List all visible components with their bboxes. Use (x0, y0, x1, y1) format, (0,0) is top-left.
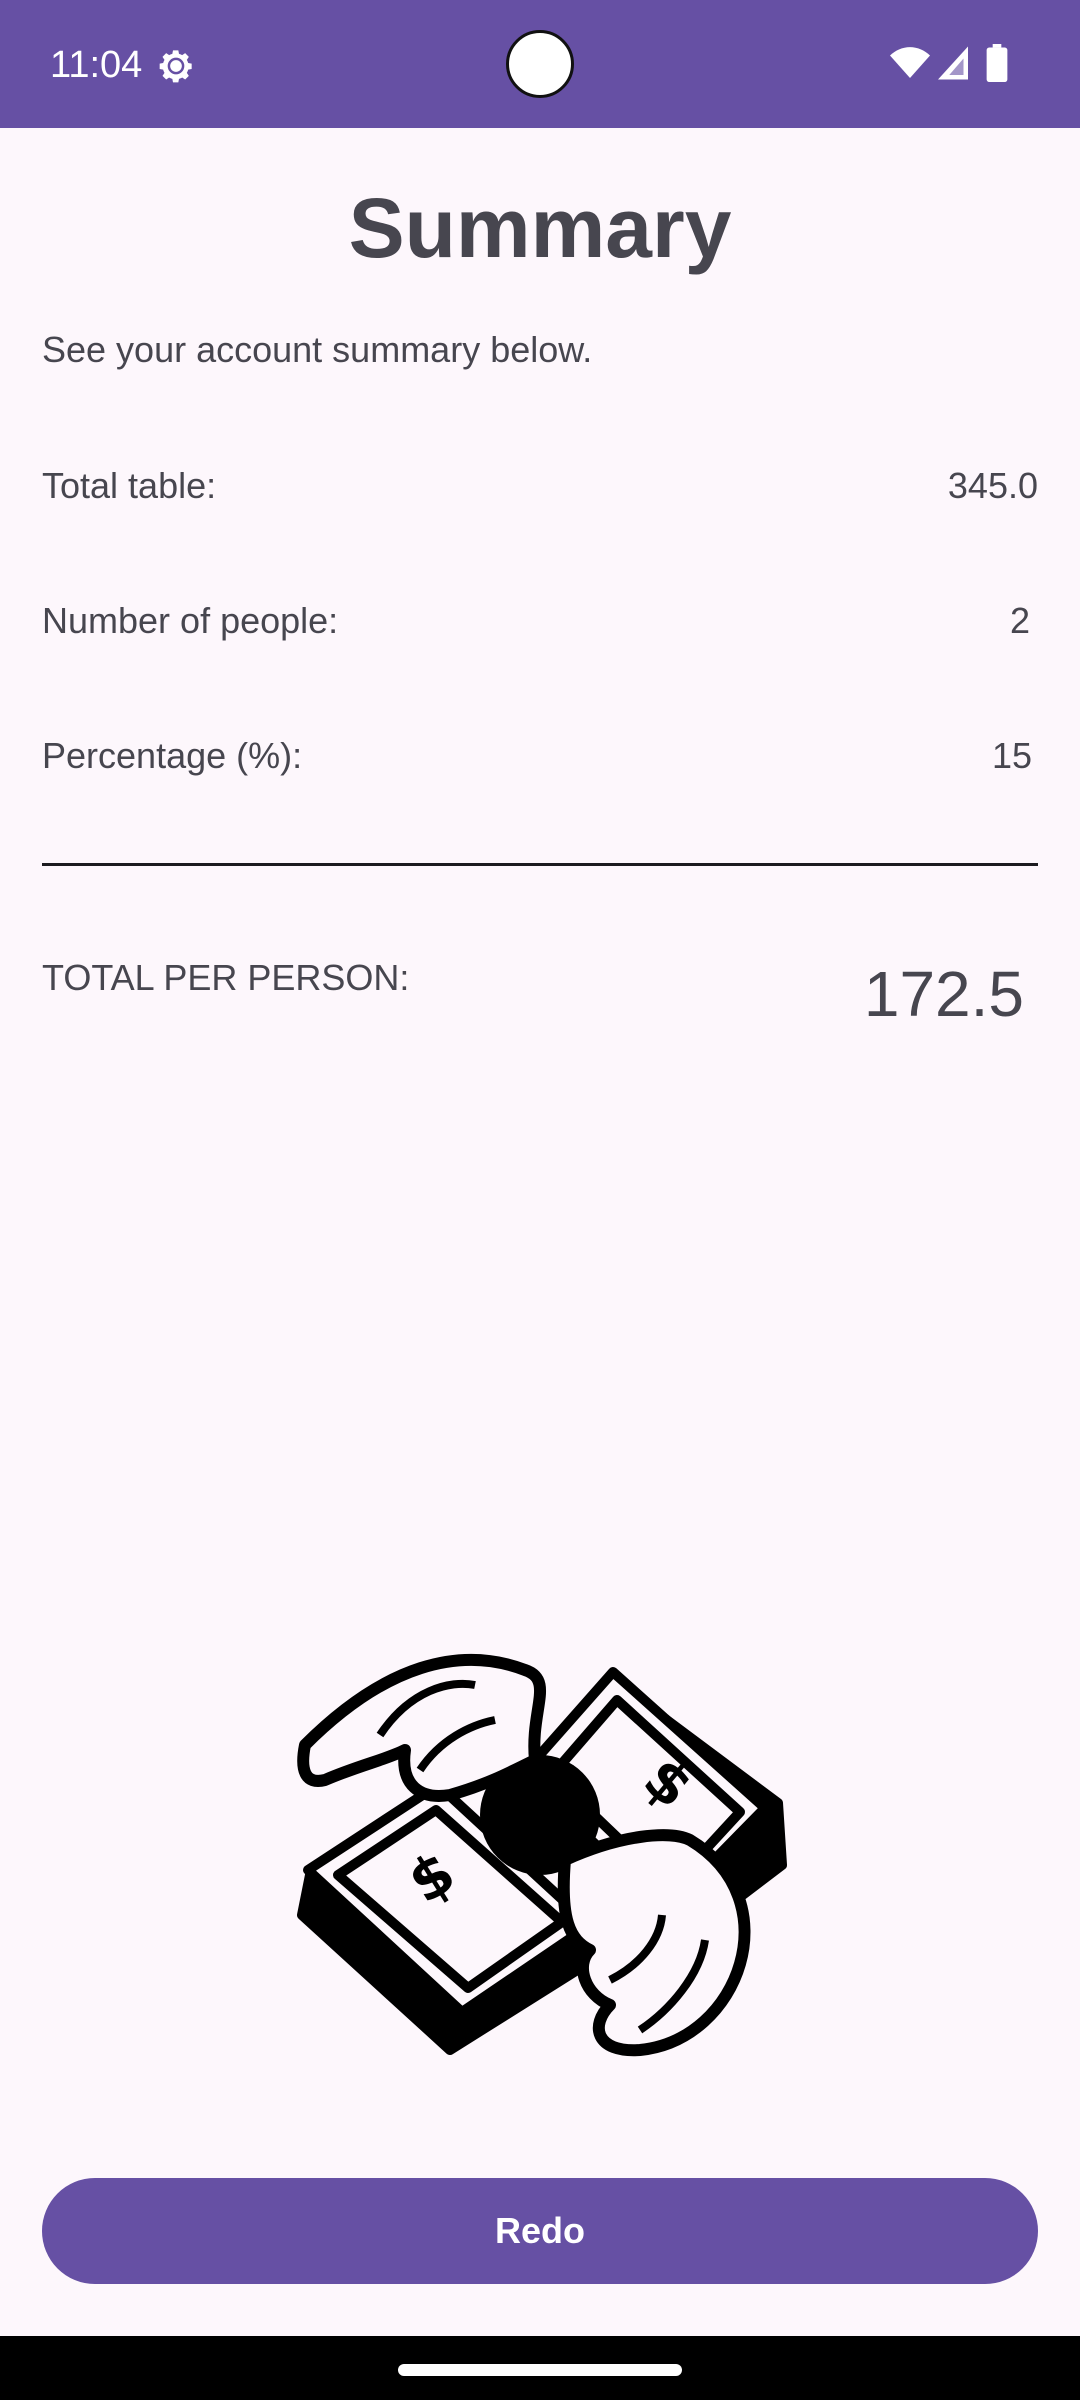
wifi-icon (890, 47, 930, 78)
status-bar: 11:04 (0, 0, 1080, 128)
total-per-person-label: TOTAL PER PERSON: (42, 957, 410, 998)
status-time: 11:04 (50, 44, 143, 86)
flying-money-icon: $ $ (297, 1654, 787, 2057)
percentage-value: 15 (991, 735, 1032, 776)
percentage-label: Percentage (%): (42, 735, 303, 776)
number-of-people-label: Number of people: (42, 600, 339, 641)
battery-icon (986, 44, 1008, 82)
camera-cutout (506, 30, 574, 98)
redo-button[interactable]: Redo (42, 2178, 1038, 2284)
home-gesture-handle[interactable] (398, 2364, 682, 2376)
summary-intro: See your account summary below. (42, 329, 593, 370)
number-of-people-value: 2 (1009, 600, 1030, 641)
total-table-label: Total table: (42, 465, 217, 506)
total-table-value: 345.0 (947, 465, 1038, 506)
gear-icon (159, 50, 192, 83)
total-per-person-value: 172.5 (863, 958, 1024, 1030)
page-title: Summary (348, 181, 732, 275)
divider (42, 863, 1038, 866)
signal-icon (938, 46, 968, 80)
